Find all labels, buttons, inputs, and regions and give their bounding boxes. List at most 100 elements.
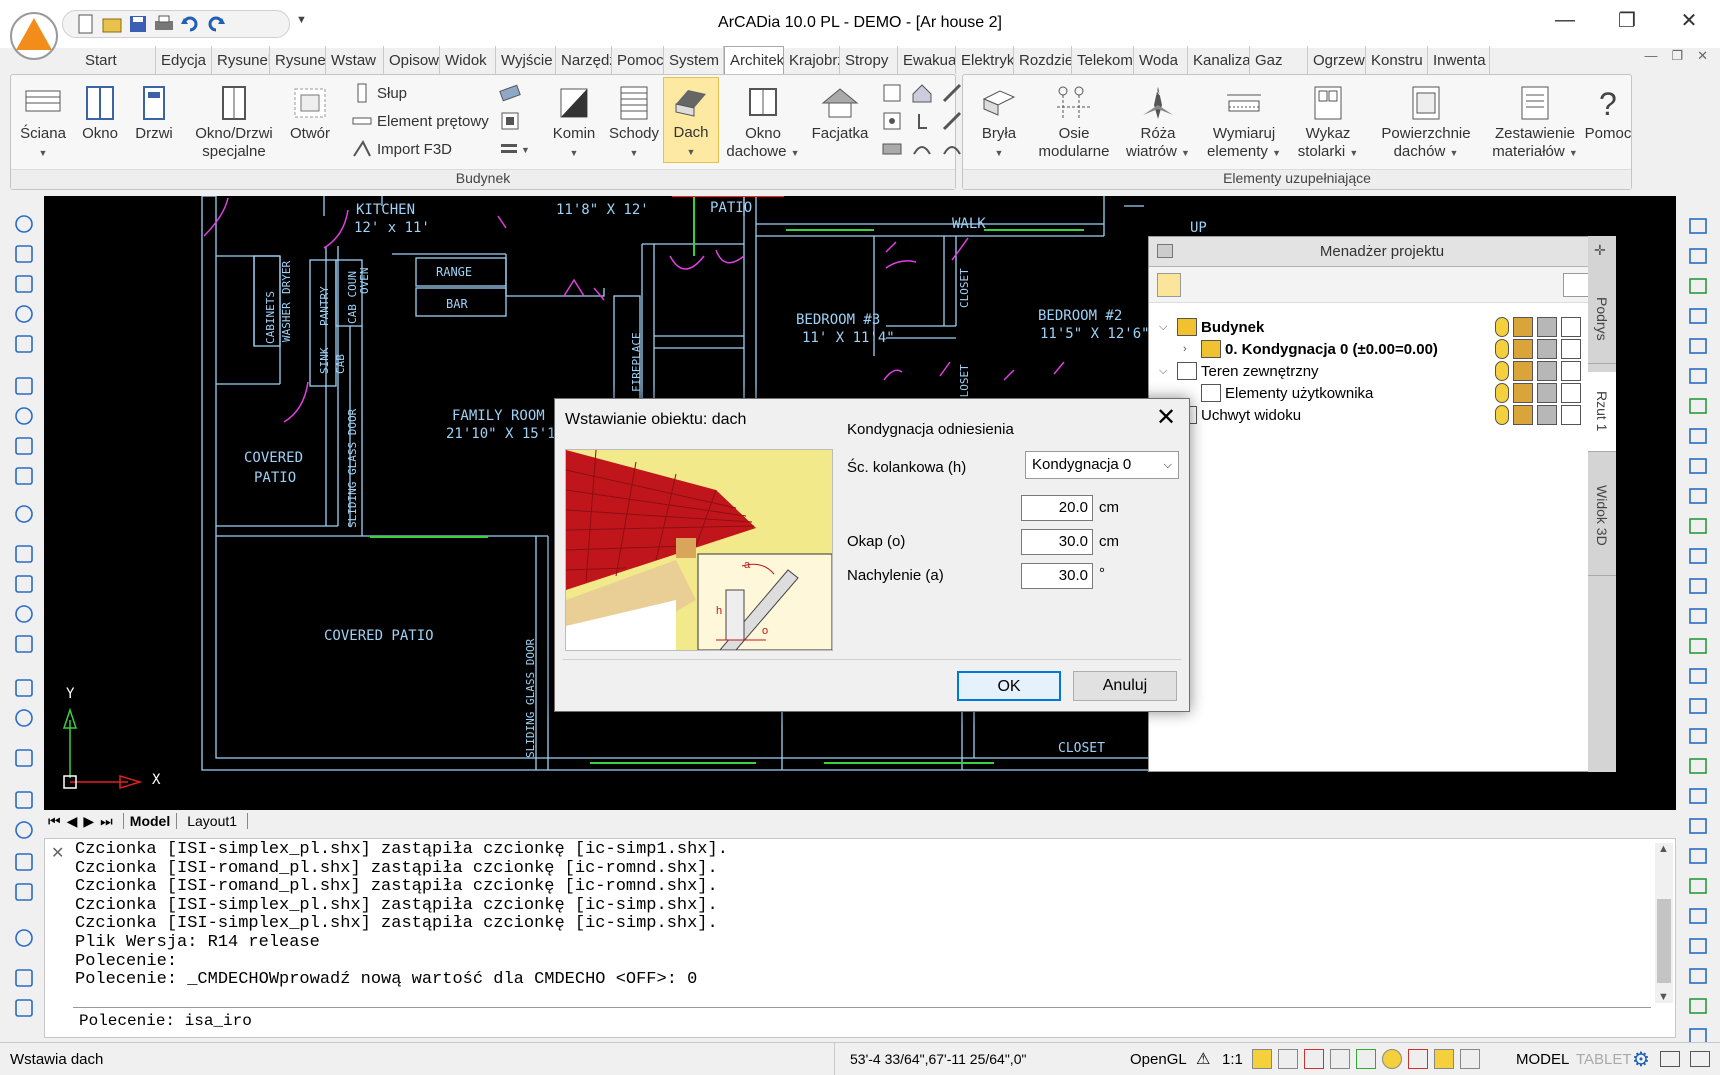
tab-start[interactable]: Start: [80, 46, 156, 74]
tab-rysunel[interactable]: Rysunel: [212, 46, 270, 74]
ellipse-icon[interactable]: [10, 432, 38, 460]
status-renderer[interactable]: OpenGL: [1130, 1051, 1187, 1068]
collapse-icon[interactable]: ⌵: [1159, 365, 1177, 378]
join-icon[interactable]: [1684, 572, 1712, 600]
tab-widok[interactable]: Widok: [440, 46, 496, 74]
cancel-button[interactable]: Anuluj: [1073, 671, 1177, 701]
tab-gaz[interactable]: Gaz: [1250, 46, 1308, 74]
tab-ogrzew[interactable]: Ogrzew: [1308, 46, 1366, 74]
grid-icon[interactable]: [1330, 1049, 1350, 1069]
table-icon[interactable]: [10, 704, 38, 732]
move-icon[interactable]: [1684, 362, 1712, 390]
visibility-bulb-icon[interactable]: [1495, 405, 1509, 425]
ortho-icon[interactable]: [1356, 1049, 1376, 1069]
erase-icon[interactable]: [1684, 212, 1712, 240]
polyline-icon[interactable]: [10, 240, 38, 268]
chamfer-icon[interactable]: [1684, 602, 1712, 630]
osnap-icon[interactable]: [1408, 1049, 1428, 1069]
wind-rose-button[interactable]: N Róża wiatrów ▼: [1117, 79, 1199, 162]
small-tool-1-icon[interactable]: [499, 81, 521, 105]
dialog-close-icon[interactable]: ✕: [1151, 403, 1181, 433]
command-input[interactable]: Polecenie: isa_iro: [73, 1007, 1651, 1033]
roof-tool-i-icon[interactable]: [941, 138, 963, 160]
select-checkbox[interactable]: [1561, 405, 1581, 425]
tab-konstru[interactable]: Konstru: [1366, 46, 1428, 74]
tab-pomoc[interactable]: Pomoc: [612, 46, 664, 74]
panel-pin-icon[interactable]: ✛: [1594, 242, 1606, 259]
minimize-icon[interactable]: —: [1534, 0, 1596, 40]
tab-rozdzie[interactable]: Rozdzie: [1014, 46, 1072, 74]
slope-input[interactable]: 30.0: [1021, 563, 1093, 589]
print-toggle-icon[interactable]: [1537, 383, 1557, 403]
rotate-icon[interactable]: [1684, 392, 1712, 420]
select-checkbox[interactable]: [1561, 383, 1581, 403]
hatch-icon[interactable]: [10, 570, 38, 598]
tab-narzędz[interactable]: Narzędz: [556, 46, 612, 74]
print-toggle-icon[interactable]: [1537, 361, 1557, 381]
select-checkbox[interactable]: [1561, 317, 1581, 337]
scroll-down-icon[interactable]: ▼: [1658, 991, 1669, 1003]
prev-layout-icon[interactable]: ◀: [67, 813, 78, 830]
first-layout-icon[interactable]: ⏮: [48, 813, 61, 830]
tab-edycja[interactable]: Edycja: [156, 46, 212, 74]
tree-item[interactable]: ⌵ Teren zewnętrzny: [1159, 359, 1319, 383]
visibility-bulb-icon[interactable]: [1495, 339, 1509, 359]
small-tool-3-icon[interactable]: ▼: [499, 137, 529, 161]
settings-gear-icon[interactable]: ⚙: [1632, 1047, 1650, 1072]
properties-icon[interactable]: [1684, 722, 1712, 750]
mtext-icon[interactable]: [10, 878, 38, 906]
special-window-door-button[interactable]: Okno/Drzwi specjalne: [187, 79, 281, 161]
donut-icon[interactable]: [10, 674, 38, 702]
level-select[interactable]: Kondygnacja 0 ⌵: [1025, 451, 1179, 479]
pm-pin-icon[interactable]: [1157, 244, 1173, 258]
text-icon[interactable]: [10, 848, 38, 876]
block-icon[interactable]: [10, 744, 38, 772]
tree-item[interactable]: ⌵ Budynek: [1159, 315, 1264, 339]
point-icon[interactable]: [10, 500, 38, 528]
revision-cloud-icon[interactable]: [10, 462, 38, 490]
bar-element-button[interactable]: Element prętowy: [351, 109, 489, 133]
last-layout-icon[interactable]: ⏭: [100, 813, 113, 830]
roof-areas-button[interactable]: Powierzchnie dachów ▼: [1367, 79, 1485, 162]
collapse-icon[interactable]: ⌵: [1159, 321, 1177, 334]
next-layout-icon[interactable]: ▶: [83, 813, 94, 830]
roof-tool-a-icon[interactable]: [881, 82, 903, 104]
lock-icon[interactable]: [1513, 317, 1533, 337]
status-scale[interactable]: 1:1: [1222, 1051, 1243, 1068]
roof-tool-e-icon[interactable]: [911, 110, 933, 132]
circle-icon[interactable]: [10, 372, 38, 400]
scale-icon[interactable]: [1684, 422, 1712, 450]
doc-close-icon[interactable]: ✕: [1697, 48, 1708, 64]
opening-button[interactable]: Otwór: [283, 79, 337, 143]
annotation-visibility-icon[interactable]: [1252, 1049, 1272, 1069]
lock-icon[interactable]: [1513, 339, 1533, 359]
scroll-up-icon[interactable]: ▲: [1658, 843, 1669, 855]
tab-stropy[interactable]: Stropy: [840, 46, 898, 74]
freehand-icon[interactable]: [10, 330, 38, 358]
refresh-icon[interactable]: [10, 924, 38, 952]
ok-button[interactable]: OK: [957, 671, 1061, 701]
close-icon[interactable]: ✕: [1658, 0, 1720, 40]
tab-system[interactable]: System: [664, 46, 724, 74]
print-toggle-icon[interactable]: [1537, 405, 1557, 425]
arc-icon[interactable]: [10, 402, 38, 430]
tab-telekom[interactable]: Telekom: [1072, 46, 1134, 74]
stretch-icon[interactable]: [1684, 452, 1712, 480]
select-checkbox[interactable]: [1561, 339, 1581, 359]
extend-icon[interactable]: [1684, 512, 1712, 540]
import-f3d-button[interactable]: Import F3D: [351, 137, 452, 161]
roof-tool-d-icon[interactable]: [881, 110, 903, 132]
print-toggle-icon[interactable]: [1537, 339, 1557, 359]
knee-wall-input[interactable]: 20.0: [1021, 495, 1093, 521]
wipeout-icon[interactable]: [10, 786, 38, 814]
tab-architek[interactable]: Architek: [724, 46, 784, 74]
roof-tool-f-icon[interactable]: [941, 110, 963, 132]
lineweight-tool-icon[interactable]: [1684, 932, 1712, 960]
eave-input[interactable]: 30.0: [1021, 529, 1093, 555]
doc-minimize-icon[interactable]: —: [1644, 48, 1657, 64]
rectangle-icon[interactable]: [10, 540, 38, 568]
status-tablet[interactable]: TABLET: [1576, 1051, 1632, 1068]
side-tab-rzut-1[interactable]: Rzut 1: [1588, 372, 1616, 452]
restore-icon[interactable]: ❐: [1596, 0, 1658, 40]
workspace-icon[interactable]: [1660, 1051, 1680, 1067]
